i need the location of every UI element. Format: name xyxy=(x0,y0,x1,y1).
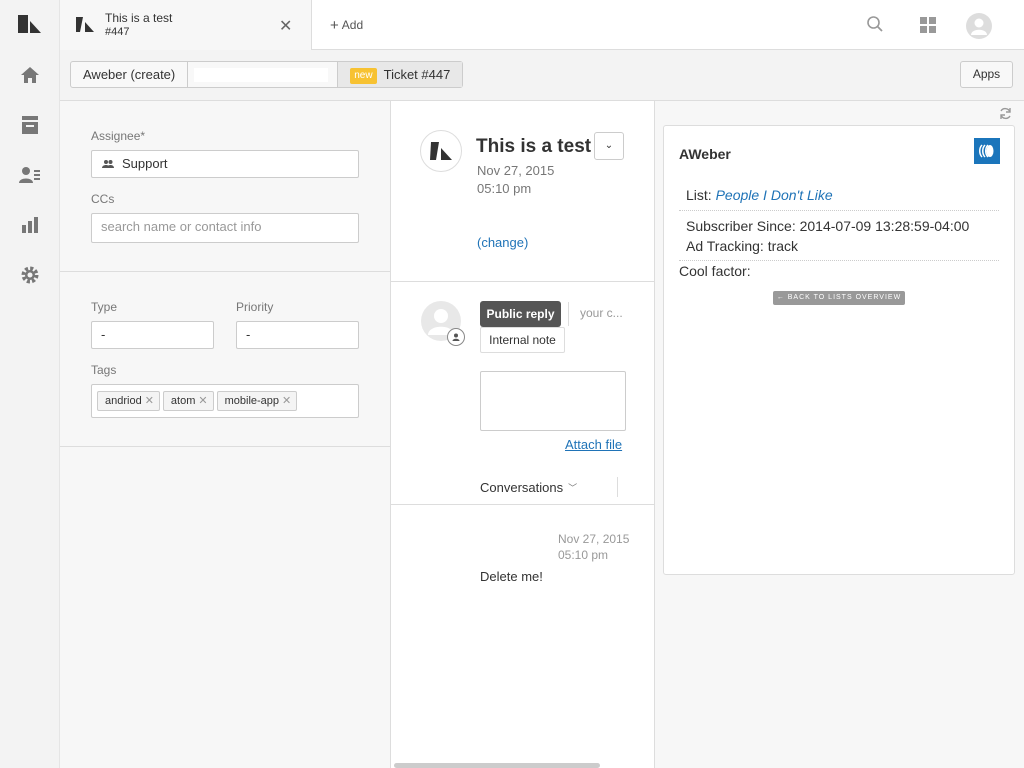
ticket-subject: This is a test xyxy=(476,136,592,157)
breadcrumb-org[interactable]: Aweber (create) xyxy=(71,62,189,87)
horizontal-scrollbar[interactable] xyxy=(394,763,600,768)
divider xyxy=(60,446,390,447)
apps-pane: AWeber List: People I Don't Like Subscri… xyxy=(655,101,1024,768)
conversation-panel: This is a test ⌄ Nov 27, 2015 05:10 pm (… xyxy=(391,101,655,768)
comment-text: Delete me! xyxy=(480,569,543,584)
refresh-icon[interactable] xyxy=(999,107,1012,123)
priority-select[interactable]: - xyxy=(236,321,359,349)
agent-badge-icon xyxy=(447,328,465,346)
divider xyxy=(391,281,654,282)
subscriber-row: Subscriber Since: 2014-07-09 13:28:59-04… xyxy=(686,218,970,234)
tags-label: Tags xyxy=(91,363,117,377)
ticket-properties-panel: Assignee* Support CCs search name or con… xyxy=(60,101,391,768)
remove-tag-icon[interactable]: ✕ xyxy=(145,395,154,407)
breadcrumb: Aweber (create) new Ticket #447 xyxy=(70,61,464,88)
remove-tag-icon[interactable]: ✕ xyxy=(198,395,207,407)
ticket-options-button[interactable]: ⌄ xyxy=(594,132,624,160)
ad-tracking-row: Ad Tracking: track xyxy=(686,238,799,254)
divider xyxy=(617,477,618,497)
comment-placeholder[interactable]: your c... xyxy=(580,306,623,320)
cool-factor-label: Cool factor: xyxy=(679,263,751,279)
ccs-input[interactable]: search name or contact info xyxy=(91,213,359,243)
top-bar: This is a test #447 ✕ + Add xyxy=(60,0,1024,50)
tab-subtitle: #447 xyxy=(105,26,130,38)
views-icon[interactable] xyxy=(19,114,41,136)
admin-gear-icon[interactable] xyxy=(19,264,41,286)
list-row: List: People I Don't Like xyxy=(686,187,833,203)
ticket-date: Nov 27, 2015 xyxy=(477,163,555,178)
divider xyxy=(679,210,999,211)
brand-avatar xyxy=(420,130,462,172)
aweber-logo-icon xyxy=(974,138,1000,164)
home-icon[interactable] xyxy=(19,64,41,86)
breadcrumb-bar: Aweber (create) new Ticket #447 Apps xyxy=(60,50,1024,101)
assignee-label: Assignee* xyxy=(91,129,146,143)
change-requester-link[interactable]: (change) xyxy=(477,235,528,250)
app-title: AWeber xyxy=(679,146,731,162)
list-link[interactable]: People I Don't Like xyxy=(716,187,833,203)
tag-chip[interactable]: atom ✕ xyxy=(162,391,214,411)
conversations-filter[interactable]: Conversations ﹀ xyxy=(480,480,577,495)
attach-file-link[interactable]: Attach file xyxy=(565,437,622,452)
user-avatar[interactable] xyxy=(966,13,992,39)
divider xyxy=(60,271,390,272)
divider xyxy=(391,504,654,505)
breadcrumb-requester[interactable] xyxy=(188,62,339,87)
back-to-lists-button[interactable]: ← BACK TO LISTS OVERVIEW xyxy=(773,291,905,305)
priority-label: Priority xyxy=(236,300,274,314)
customers-icon[interactable] xyxy=(19,164,41,186)
status-badge: new xyxy=(350,68,377,84)
assignee-field[interactable]: Support xyxy=(91,150,359,178)
ticket-time: 05:10 pm xyxy=(477,181,532,196)
ticket-tab-logo-icon xyxy=(75,16,95,36)
divider xyxy=(568,302,569,326)
group-icon xyxy=(102,152,114,178)
tag-chip[interactable]: andriod ✕ xyxy=(97,391,160,411)
product-tray-icon[interactable] xyxy=(920,17,936,36)
reporting-icon[interactable] xyxy=(19,214,41,236)
add-button[interactable]: + Add xyxy=(330,17,363,34)
apps-button[interactable]: Apps xyxy=(960,61,1013,88)
reply-textarea[interactable] xyxy=(480,371,626,431)
type-label: Type xyxy=(91,300,118,314)
ticket-tab[interactable]: This is a test #447 ✕ xyxy=(60,0,312,50)
divider xyxy=(679,260,999,261)
close-tab-icon[interactable]: ✕ xyxy=(279,16,292,36)
ccs-label: CCs xyxy=(91,192,115,206)
zendesk-logo-icon[interactable] xyxy=(17,13,43,38)
tab-title: This is a test xyxy=(105,11,173,25)
search-icon[interactable] xyxy=(866,15,884,36)
tags-field[interactable]: andriod ✕ atom ✕ mobile-app ✕ xyxy=(91,384,359,418)
chevron-down-icon: ﹀ xyxy=(568,483,578,493)
public-reply-button[interactable]: Public reply xyxy=(480,301,561,327)
aweber-app-card: AWeber List: People I Don't Like Subscri… xyxy=(663,125,1015,575)
internal-note-button[interactable]: Internal note xyxy=(480,327,565,353)
left-nav xyxy=(0,0,60,768)
comment-time: 05:10 pm xyxy=(558,548,609,562)
comment-date: Nov 27, 2015 xyxy=(558,532,630,546)
breadcrumb-ticket-label: Ticket #447 xyxy=(383,67,451,82)
breadcrumb-ticket[interactable]: new Ticket #447 xyxy=(338,62,463,87)
plus-icon: + xyxy=(330,17,339,34)
type-select[interactable]: - xyxy=(91,321,214,349)
chevron-down-icon: ⌄ xyxy=(604,140,614,151)
remove-tag-icon[interactable]: ✕ xyxy=(282,395,291,407)
tag-chip[interactable]: mobile-app ✕ xyxy=(216,391,298,411)
